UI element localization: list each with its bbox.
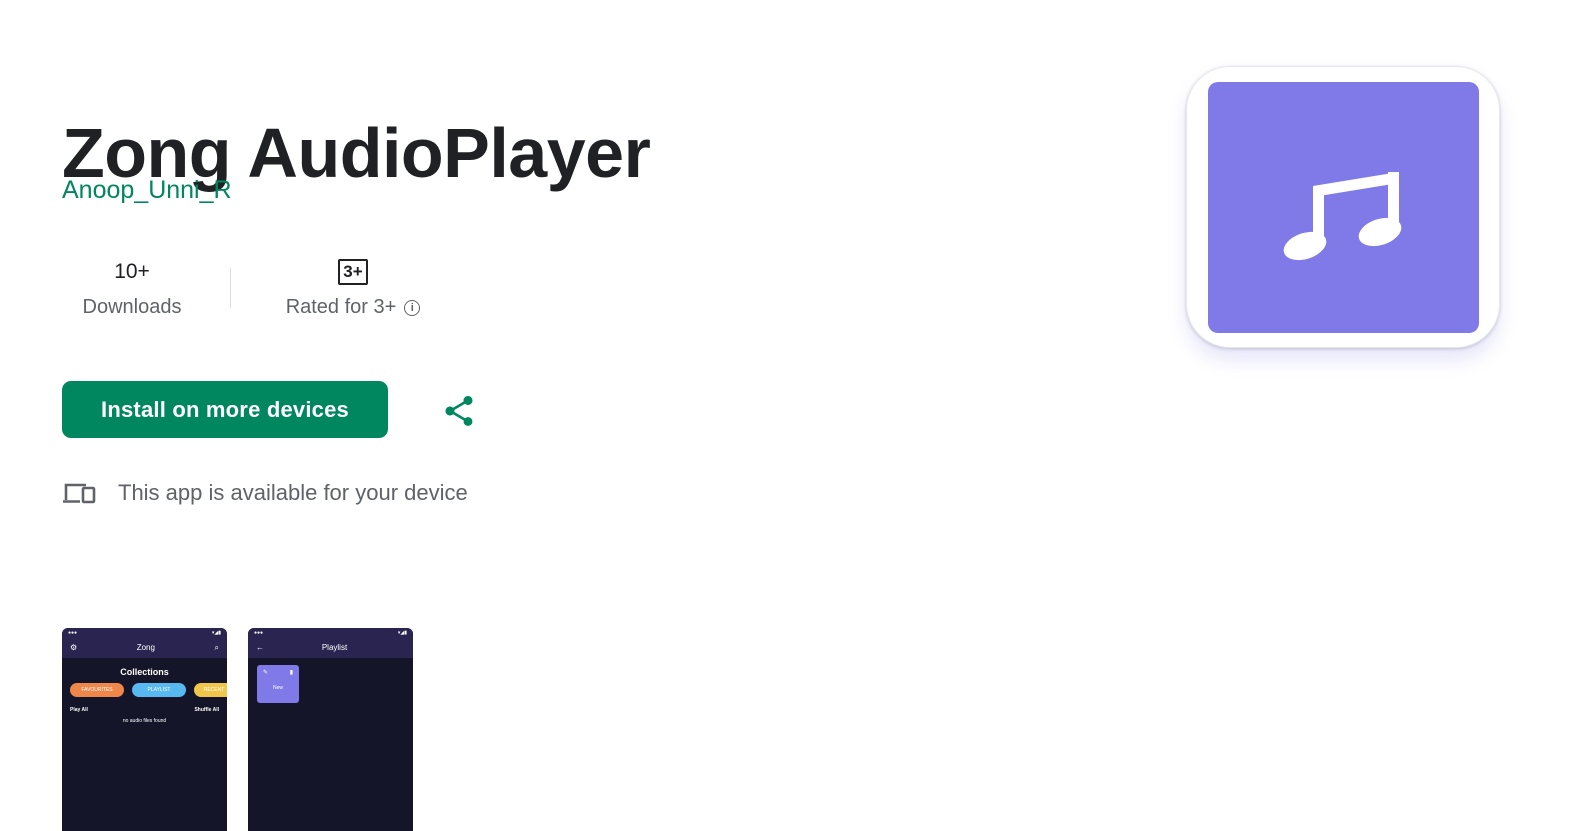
rating-label: Rated for 3+ [285,296,397,318]
search-icon: ⌕ [214,642,219,652]
downloads-label: Downloads [82,296,182,318]
delete-icon: ▮ [289,670,293,676]
screenshot-2[interactable]: ●●● ▾◢▮ ← Playlist ✎ ▮ New [248,628,413,831]
settings-icon: ⚙ [70,643,78,652]
app-icon-container [1186,66,1500,348]
app-stats: 10+ Downloads 3+ Rated for 3+ i [62,256,443,326]
pill-row: FAVOURITES PLAYLIST RECENT [62,677,227,697]
play-all-label: Play All [70,707,88,713]
empty-message: no audio files found [122,718,167,724]
content-rating-stat: 3+ Rated for 3+ i [263,256,443,326]
developer-link[interactable]: Anoop_Unni_R [62,176,232,205]
music-note-icon [1283,172,1401,261]
devices-icon [63,483,96,504]
rating-badge: 3+ [338,259,368,285]
install-button[interactable]: Install on more devices [62,381,388,438]
downloads-value: 10+ [114,260,150,283]
playlist-card-label: New [272,685,283,691]
downloads-stat: 10+ Downloads [62,256,202,326]
pill-favourites: FAVOURITES [70,683,124,697]
stat-divider [230,268,231,308]
availability-text: This app is available for your device [118,480,468,505]
play-actions: Play All Shuffle All [62,697,227,713]
screenshot-topbar: ← Playlist [248,637,413,658]
shuffle-all-label: Shuffle All [194,707,219,713]
share-button[interactable] [436,390,482,432]
status-bar: ●●● ▾◢▮ [62,628,227,637]
screenshot-app-title: Playlist [321,643,348,652]
pill-recent: RECENT [194,683,227,697]
playlist-card: ✎ ▮ New [257,665,299,703]
edit-icon: ✎ [263,670,269,676]
share-icon [445,396,473,426]
screenshot-app-title: Zong [136,643,155,652]
app-icon [1208,82,1479,333]
collections-heading: Collections [120,667,169,677]
screenshot-1[interactable]: ●●● ▾◢▮ ⚙ Zong ⌕ Collections FAVOURITES P… [62,628,227,831]
back-arrow-icon: ← [256,643,264,652]
device-availability: This app is available for your device [62,480,468,506]
pill-playlist: PLAYLIST [132,683,186,697]
info-icon[interactable]: i [404,299,421,316]
screenshot-topbar: ⚙ Zong ⌕ [62,637,227,658]
status-bar: ●●● ▾◢▮ [248,628,413,637]
